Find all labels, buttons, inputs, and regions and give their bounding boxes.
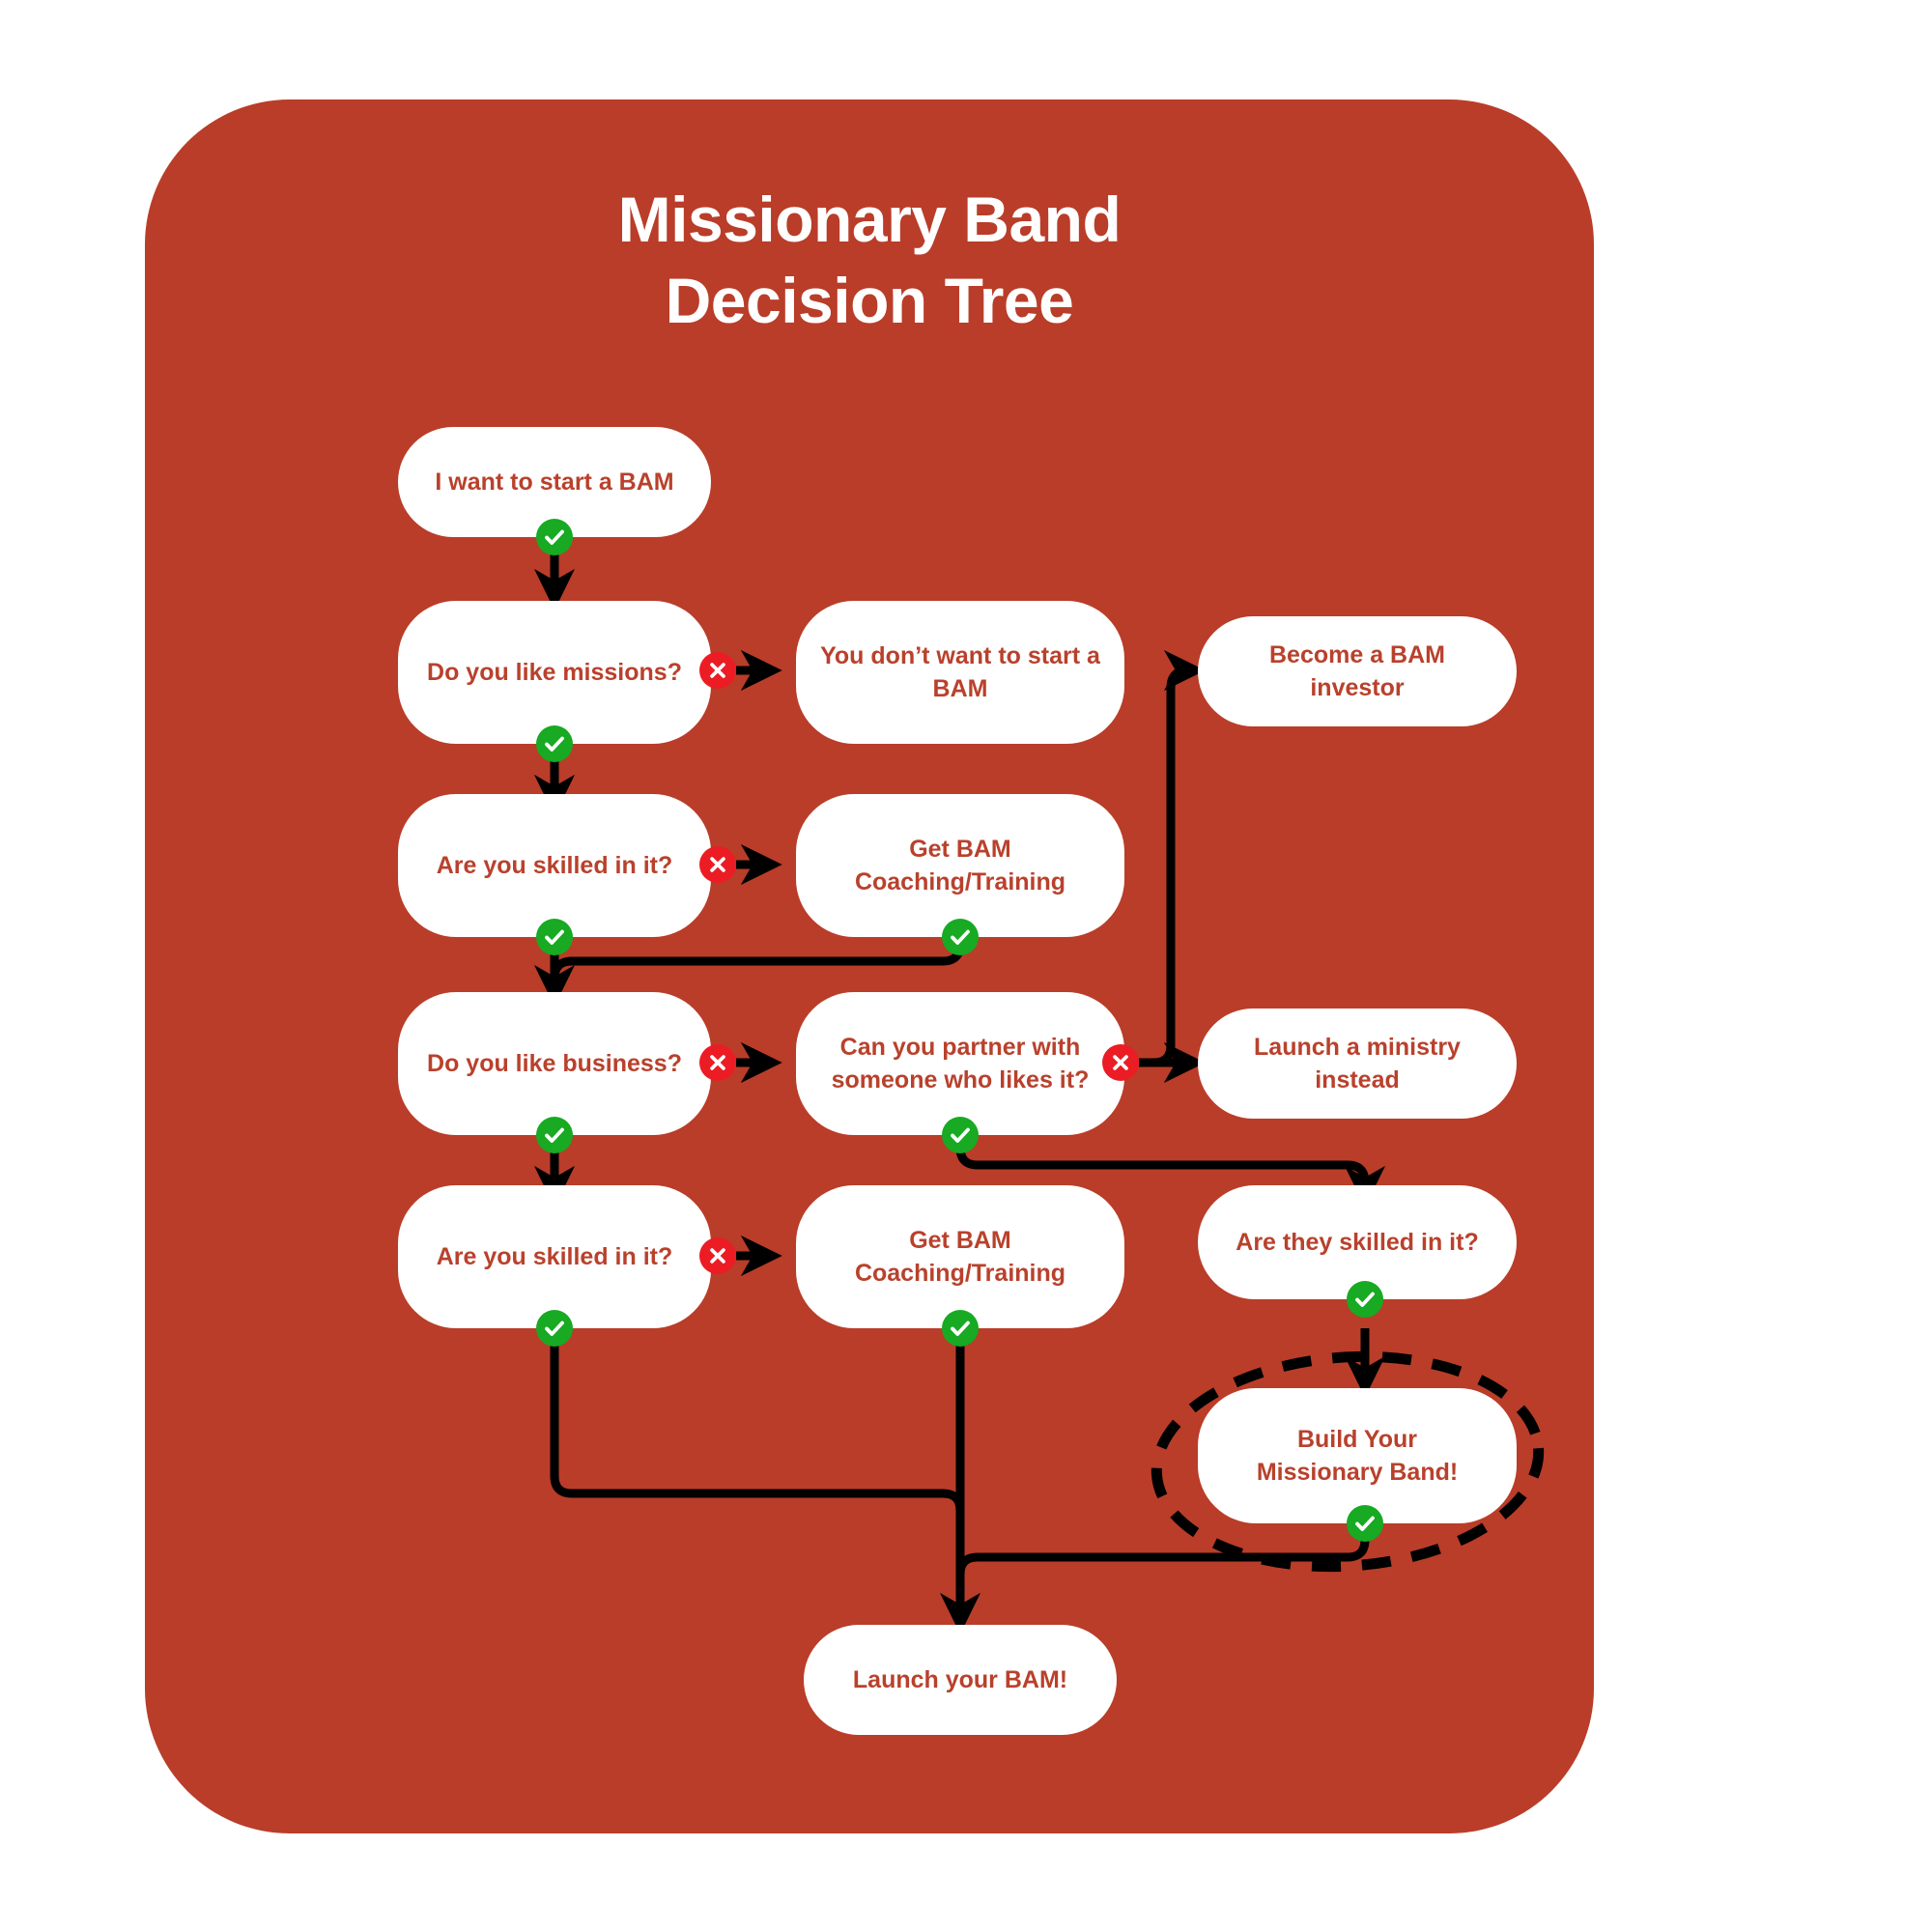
yes-check-badge-skilled-business[interactable] bbox=[536, 1310, 573, 1347]
node-become-a-bam-investor[interactable]: Become a BAM investor bbox=[1198, 616, 1517, 726]
yes-check-badge-like-business[interactable] bbox=[536, 1117, 573, 1153]
no-cross-badge-skilled-business[interactable] bbox=[699, 1237, 736, 1274]
cross-icon bbox=[710, 663, 725, 678]
node-get-bam-coaching-training-1[interactable]: Get BAM Coaching/Training bbox=[796, 794, 1124, 937]
check-icon bbox=[951, 929, 970, 945]
node-are-you-skilled-business-label: Are you skilled in it? bbox=[436, 1242, 673, 1270]
red-panel-background bbox=[145, 99, 1594, 1833]
cross-icon bbox=[710, 1055, 725, 1070]
node-do-you-like-business-label: Do you like business? bbox=[427, 1049, 682, 1077]
check-icon bbox=[545, 736, 564, 752]
yes-check-badge-like-missions[interactable] bbox=[536, 725, 573, 762]
node-can-you-partner-with-someone[interactable]: Can you partner with someone who likes i… bbox=[796, 992, 1124, 1135]
node-build-your-missionary-band[interactable]: Build Your Missionary Band! bbox=[1198, 1388, 1517, 1523]
check-icon bbox=[951, 1127, 970, 1143]
yes-check-badge-start[interactable] bbox=[536, 519, 573, 555]
title-line-2: Decision Tree bbox=[665, 265, 1074, 337]
yes-check-badge-they-skilled[interactable] bbox=[1347, 1281, 1383, 1318]
no-cross-badge-partner[interactable] bbox=[1102, 1044, 1139, 1081]
yes-check-badge-partner[interactable] bbox=[942, 1117, 979, 1153]
node-launch-your-bam[interactable]: Launch your BAM! bbox=[804, 1625, 1117, 1735]
node-do-you-like-missions[interactable]: Do you like missions? bbox=[398, 601, 711, 744]
node-do-you-like-missions-label: Do you like missions? bbox=[427, 658, 682, 686]
node-are-you-skilled-in-it-business[interactable]: Are you skilled in it? bbox=[398, 1185, 711, 1328]
check-icon bbox=[545, 929, 564, 945]
node-launch-your-bam-label: Launch your BAM! bbox=[852, 1665, 1068, 1693]
title-line-1: Missionary Band bbox=[617, 184, 1122, 255]
node-get-bam-coaching-training-2[interactable]: Get BAM Coaching/Training bbox=[796, 1185, 1124, 1328]
node-are-you-skilled-missions-label: Are you skilled in it? bbox=[436, 851, 673, 879]
yes-check-badge-coaching-2[interactable] bbox=[942, 1310, 979, 1347]
node-coaching-1-line1: Get BAM bbox=[909, 835, 1011, 863]
no-cross-badge-like-missions[interactable] bbox=[699, 652, 736, 689]
page-title: Missionary Band Decision Tree bbox=[145, 179, 1594, 342]
yes-check-badge-skilled-missions[interactable] bbox=[536, 919, 573, 955]
yes-check-badge-build-band[interactable] bbox=[1347, 1505, 1383, 1542]
cross-icon bbox=[710, 857, 725, 872]
node-are-they-skilled-label: Are they skilled in it? bbox=[1236, 1228, 1479, 1256]
node-build-band-line1: Build Your bbox=[1296, 1425, 1418, 1453]
check-icon bbox=[951, 1321, 970, 1336]
node-you-dont-want-to-start-a-bam[interactable]: You don’t want to start a BAM bbox=[796, 601, 1124, 744]
node-coaching-1-line2: Coaching/Training bbox=[854, 868, 1066, 895]
cross-icon bbox=[1113, 1055, 1128, 1070]
no-cross-badge-like-business[interactable] bbox=[699, 1044, 736, 1081]
node-build-band-line2: Missionary Band! bbox=[1256, 1459, 1459, 1486]
check-icon bbox=[545, 1321, 564, 1336]
node-dont-want-bam-line1: You don’t want to start a bbox=[820, 641, 1100, 669]
node-start-label: I want to start a BAM bbox=[435, 468, 674, 496]
node-partner-line1: Can you partner with bbox=[839, 1033, 1081, 1061]
yes-check-badge-coaching-1[interactable] bbox=[942, 919, 979, 955]
check-icon bbox=[545, 1127, 564, 1143]
node-dont-want-bam-line2: BAM bbox=[932, 675, 988, 702]
check-icon bbox=[545, 529, 564, 545]
node-do-you-like-business[interactable]: Do you like business? bbox=[398, 992, 711, 1135]
diagram-canvas: Missionary Band Decision Tree like missi… bbox=[0, 0, 1932, 1932]
node-coaching-2-line2: Coaching/Training bbox=[854, 1260, 1066, 1287]
node-coaching-2-line1: Get BAM bbox=[909, 1226, 1011, 1254]
node-become-a-bam-investor-label: Become a BAM investor bbox=[1269, 640, 1445, 702]
node-launch-a-ministry-instead-label: Launch a ministry instead bbox=[1254, 1033, 1461, 1094]
node-are-you-skilled-in-it-missions[interactable]: Are you skilled in it? bbox=[398, 794, 711, 937]
cross-icon bbox=[710, 1248, 725, 1264]
no-cross-badge-skilled-missions[interactable] bbox=[699, 846, 736, 883]
check-icon bbox=[1355, 1516, 1375, 1531]
check-icon bbox=[1355, 1292, 1375, 1307]
node-partner-line2: someone who likes it? bbox=[831, 1066, 1090, 1094]
node-launch-a-ministry-instead[interactable]: Launch a ministry instead bbox=[1198, 1009, 1517, 1119]
